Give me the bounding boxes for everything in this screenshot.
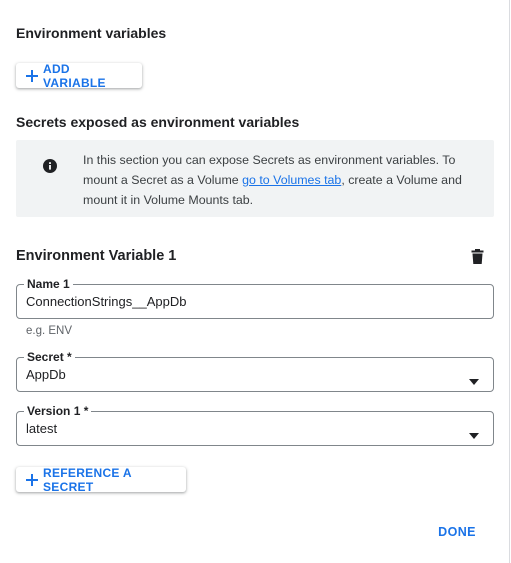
add-variable-label: ADD VARIABLE <box>43 61 106 90</box>
name-field[interactable]: Name 1 ConnectionStrings__AppDb <box>16 277 494 319</box>
dropdown-arrow-icon[interactable] <box>469 372 479 385</box>
volumes-tab-link[interactable]: go to Volumes tab <box>242 173 341 187</box>
version-select-value: latest <box>26 421 58 436</box>
name-field-value[interactable]: ConnectionStrings__AppDb <box>26 294 186 309</box>
reference-secret-button[interactable]: REFERENCE A SECRET <box>16 465 186 494</box>
done-button[interactable]: DONE <box>432 520 482 544</box>
add-variable-button[interactable]: ADD VARIABLE <box>16 61 142 90</box>
reference-secret-label: REFERENCE A SECRET <box>43 465 132 494</box>
env-var-1-heading: Environment Variable 1 <box>16 248 177 264</box>
name-field-label: Name 1 <box>24 277 73 291</box>
info-text: In this section you can expose Secrets a… <box>83 150 481 210</box>
version-select[interactable]: Version 1 * latest <box>16 404 494 446</box>
secret-select-label: Secret * <box>24 350 75 364</box>
dropdown-arrow-icon[interactable] <box>469 426 479 439</box>
info-box: In this section you can expose Secrets a… <box>16 140 494 217</box>
name-hint: e.g. ENV <box>26 325 73 337</box>
version-select-label: Version 1 * <box>24 404 92 418</box>
plus-icon <box>25 69 39 83</box>
environment-variables-heading: Environment variables <box>16 25 167 41</box>
secret-select[interactable]: Secret * AppDb <box>16 350 494 392</box>
trash-icon[interactable] <box>471 249 484 264</box>
info-icon <box>43 159 57 173</box>
plus-icon <box>25 473 39 487</box>
secrets-heading: Secrets exposed as environment variables <box>16 114 300 130</box>
secret-select-value: AppDb <box>26 367 66 382</box>
secrets-panel: Environment variables ADD VARIABLE Secre… <box>0 0 510 563</box>
